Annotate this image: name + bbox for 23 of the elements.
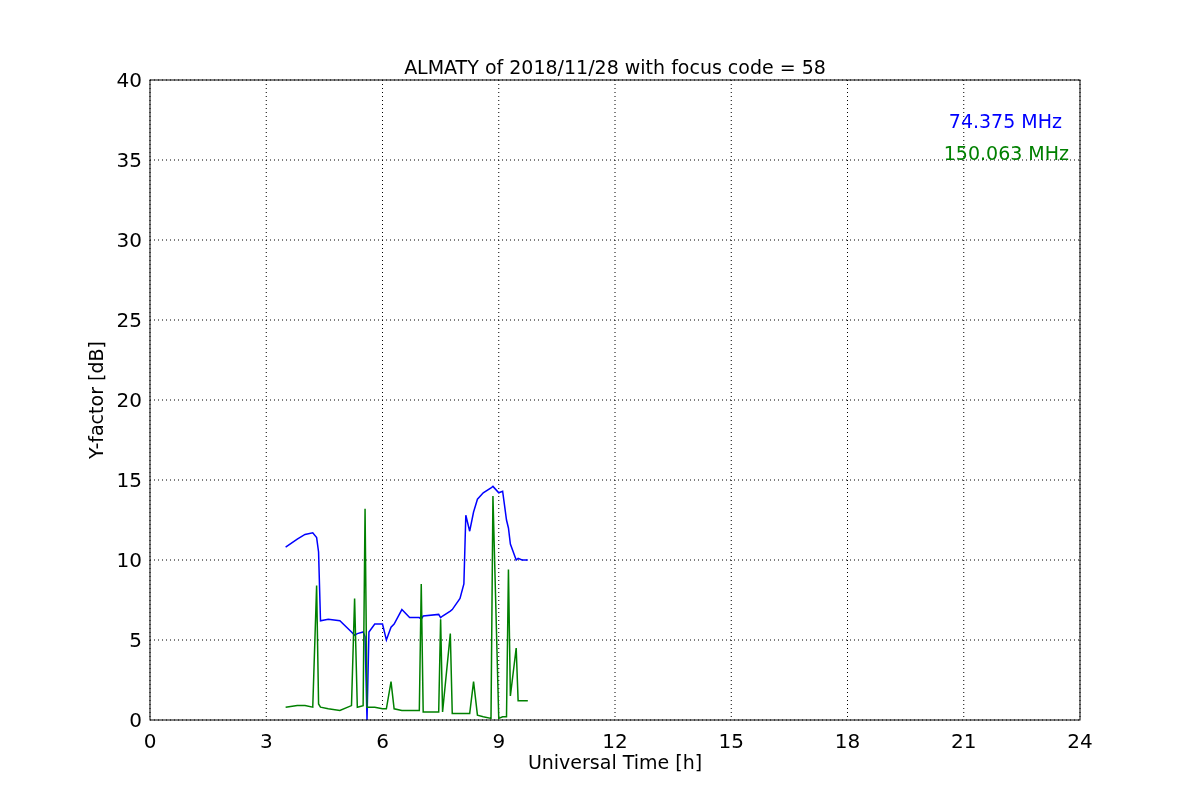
tick-label: 25	[116, 308, 142, 332]
chart-title: ALMATY of 2018/11/28 with focus code = 58	[404, 56, 826, 78]
tick-label: 15	[718, 729, 744, 753]
tick-label: 21	[951, 729, 977, 753]
axis-label: Y-factor [dB]	[85, 341, 107, 459]
tick-label: 40	[116, 68, 142, 92]
tick-label: 0	[143, 729, 157, 753]
tick-label: 5	[129, 628, 142, 652]
tick-label: 9	[492, 729, 506, 753]
tick-label: 35	[116, 148, 142, 172]
tick-label: 10	[116, 548, 142, 572]
tick-label: 0	[129, 708, 142, 732]
tick-label: 20	[116, 388, 142, 412]
tick-label: 24	[1067, 729, 1093, 753]
tick-label: 12	[602, 729, 628, 753]
tick-label: 15	[116, 468, 142, 492]
legend-label: 74.375 MHz	[948, 110, 1062, 132]
tick-label: 30	[116, 228, 142, 252]
tick-label: 18	[834, 729, 861, 753]
tick-label: 3	[259, 729, 273, 753]
axis-label: Universal Time [h]	[527, 751, 703, 773]
tick-label: 6	[376, 729, 389, 753]
legend-label: 150.063 MHz	[943, 142, 1069, 164]
